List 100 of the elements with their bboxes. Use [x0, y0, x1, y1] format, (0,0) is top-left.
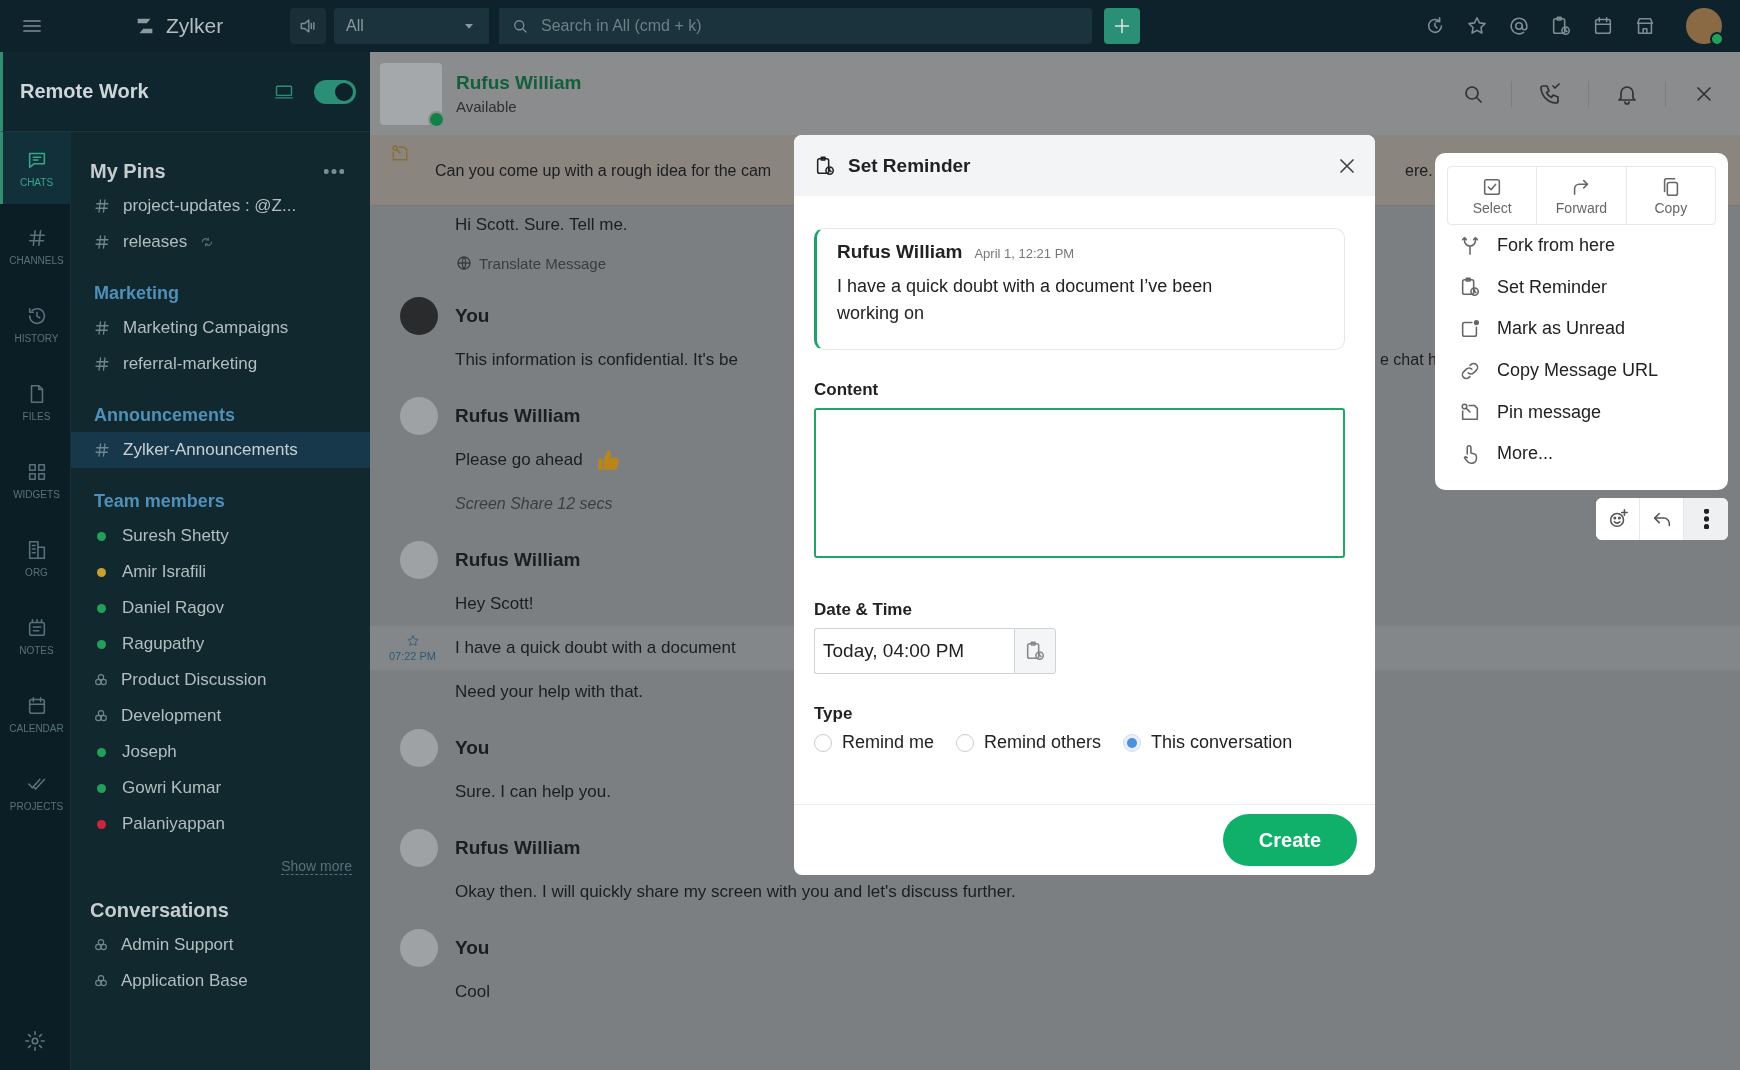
message-text: Please go ahead — [455, 450, 583, 470]
menu-action-button[interactable]: Forward — [1537, 167, 1627, 224]
message-text: Cool — [455, 982, 490, 1002]
sender-name: You — [455, 737, 490, 759]
sidebar-item[interactable]: Palaniyappan — [71, 806, 370, 842]
sidebar-item[interactable]: Ragupathy — [71, 626, 370, 662]
sidebar-item[interactable]: project-updates : @Z... — [71, 188, 370, 224]
scope-dropdown[interactable]: All — [334, 8, 489, 44]
section-heading: Announcements — [94, 404, 235, 426]
toggle-switch[interactable] — [314, 79, 356, 104]
add-button[interactable] — [1104, 8, 1140, 44]
avatar — [400, 929, 438, 967]
clipboard-clock-icon[interactable] — [1550, 15, 1572, 37]
more-icon[interactable] — [324, 168, 344, 174]
message-text: Hey Scott! — [455, 594, 534, 614]
phone-icon[interactable] — [1538, 81, 1562, 106]
menu-item[interactable]: Mark as Unread — [1447, 308, 1716, 350]
menu-item[interactable]: Set Reminder — [1447, 266, 1716, 309]
radio-button[interactable] — [1123, 733, 1142, 752]
quoted-message-text: I have a quick doubt with a document I’ve been working on — [837, 275, 1214, 325]
clipboard-clock-icon — [1459, 276, 1481, 299]
globe-icon — [455, 254, 473, 272]
sidebar-item[interactable]: Zylker-Announcements — [71, 432, 370, 468]
message-text: Okay then. I will quickly share my screen with you and let's discuss further. — [455, 882, 1016, 902]
message-text: Sure. I can help you. — [455, 782, 611, 802]
at-sign-icon[interactable] — [1508, 15, 1530, 37]
group-icon — [93, 973, 109, 989]
unread-dot-icon — [1459, 318, 1481, 340]
content-field[interactable] — [814, 408, 1345, 558]
sidebar-item[interactable]: Marketing Campaigns — [71, 310, 370, 346]
avatar — [400, 541, 438, 579]
sidebar-item[interactable]: releases — [71, 224, 370, 260]
search-input[interactable]: Search in All (cmd + k) — [539, 16, 1080, 36]
hash-icon — [93, 355, 111, 373]
hash-icon — [93, 319, 111, 337]
avatar — [400, 729, 438, 767]
sender-name: Rufus William — [455, 837, 581, 859]
calendar-icon[interactable] — [1592, 15, 1614, 37]
field-label: Content — [814, 380, 880, 400]
message-text: This information is confidential. It's be — [455, 350, 738, 370]
radio-label[interactable]: Remind others — [984, 732, 1102, 753]
group-icon — [93, 708, 109, 724]
settings-icon[interactable] — [24, 1030, 46, 1052]
star-icon[interactable] — [1466, 15, 1488, 37]
star-icon[interactable] — [405, 634, 420, 648]
message-text: Need your help with that. — [455, 682, 644, 702]
hash-icon — [93, 233, 111, 251]
radio-label[interactable]: Remind me — [842, 732, 935, 753]
toolbar-button[interactable] — [1596, 498, 1640, 540]
contact-status: Available — [456, 98, 518, 115]
avatar — [400, 397, 438, 435]
toolbar-button[interactable] — [1684, 498, 1728, 540]
sidebar-item[interactable]: Application Base — [71, 963, 370, 999]
calendar-button[interactable] — [1014, 628, 1056, 674]
pinned-message-text: ere. — [1405, 162, 1433, 180]
menu-action-button[interactable]: Select — [1448, 167, 1538, 224]
fork-icon — [1459, 234, 1481, 257]
sidebar-item[interactable]: Joseph — [71, 734, 370, 770]
date-time-field[interactable]: Today, 04:00 PM — [814, 628, 1014, 674]
menu-item[interactable]: Fork from here — [1447, 225, 1716, 267]
hash-icon — [93, 197, 111, 215]
sidebar-item[interactable]: Suresh Shetty — [71, 518, 370, 554]
workspace-name: Remote Work — [20, 80, 150, 103]
sidebar-item[interactable]: Development — [71, 698, 370, 734]
menu-action-button[interactable]: Copy — [1626, 167, 1715, 224]
app-name: Zylker — [166, 14, 225, 38]
speaker-button[interactable] — [290, 8, 326, 44]
user-avatar[interactable] — [1686, 8, 1722, 44]
clipboard-clock-icon — [814, 154, 836, 177]
menu-item[interactable]: More... — [1447, 432, 1716, 475]
menu-item[interactable]: Pin message — [1447, 391, 1716, 433]
sidebar-item[interactable]: Daniel Ragov — [71, 590, 370, 626]
avatar — [400, 297, 438, 335]
call-info: Screen Share 12 secs — [455, 495, 613, 513]
sender-name: You — [455, 937, 490, 959]
field-label: Date & Time — [814, 600, 913, 620]
clipboard-clock-icon — [1024, 640, 1046, 662]
rail-tab[interactable]: CHATS — [0, 132, 70, 204]
dialog-title: Set Reminder — [848, 154, 972, 177]
section-heading: Marketing — [94, 282, 180, 304]
sidebar-item[interactable]: Amir Israfili — [71, 554, 370, 590]
sidebar-item[interactable]: referral-marketing — [71, 346, 370, 382]
sender-name: You — [455, 305, 490, 327]
field-label: Type — [814, 704, 854, 724]
search-icon — [511, 17, 529, 35]
more-icon — [1703, 509, 1709, 529]
section-heading: Conversations — [90, 898, 229, 922]
menu-item[interactable]: Copy Message URL — [1447, 349, 1716, 392]
store-icon[interactable] — [1634, 15, 1656, 37]
online-status-dot — [1710, 32, 1724, 46]
group-icon — [93, 937, 109, 953]
sidebar-item[interactable]: Product Discussion — [71, 662, 370, 698]
group-icon — [93, 672, 109, 688]
message-text: Hi Scott. Sure. Tell me. — [455, 215, 628, 235]
sidebar-item[interactable]: Gowri Kumar — [71, 770, 370, 806]
radio-label[interactable]: This conversation — [1151, 732, 1293, 753]
search-field[interactable]: Search in All (cmd + k) — [499, 8, 1092, 44]
sender-name: Rufus William — [837, 241, 963, 262]
message-time: April 1, 12:21 PM — [974, 246, 1075, 261]
sidebar-item[interactable]: Admin Support — [71, 927, 370, 963]
